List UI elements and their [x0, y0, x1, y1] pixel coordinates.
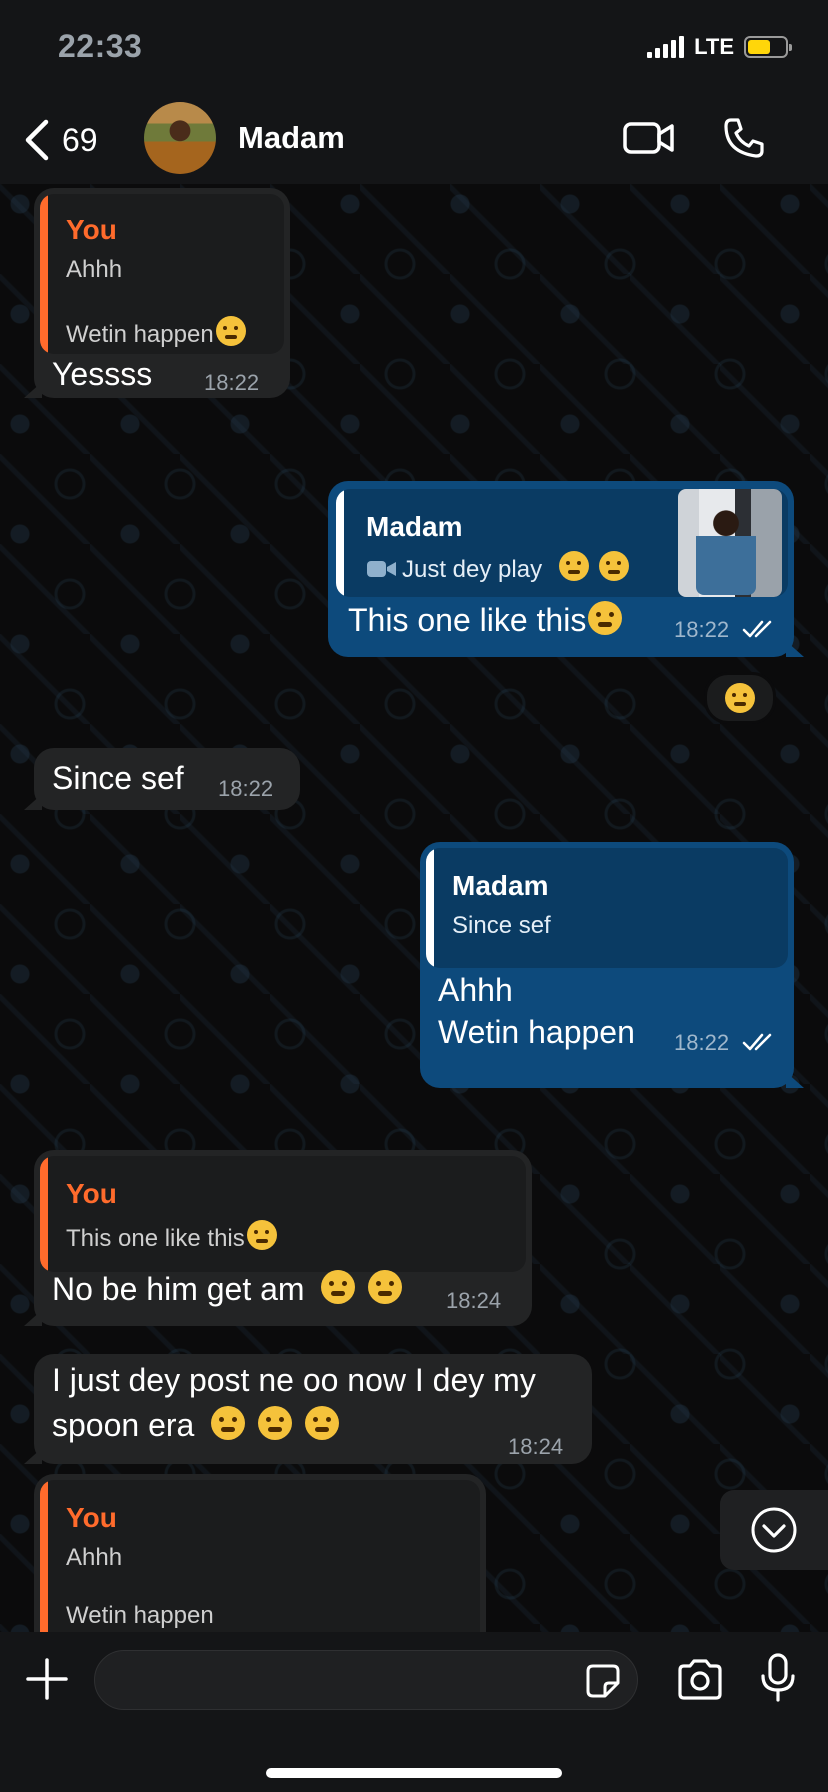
quote-author: Madam: [366, 511, 463, 542]
quote-line: Since sef: [452, 912, 551, 939]
face-with-diagonal-mouth-icon: [246, 1220, 277, 1250]
sticker-icon[interactable]: [585, 1663, 621, 1699]
tears-of-joy-icon: [368, 1270, 403, 1304]
double-check-icon: [742, 1033, 772, 1051]
quote-author: Madam: [452, 870, 549, 901]
camera-icon[interactable]: [676, 1658, 724, 1702]
reaction-badge[interactable]: [704, 672, 776, 724]
unamused-face-icon: [599, 551, 630, 581]
face-with-hand-over-mouth-icon: [211, 1406, 246, 1440]
unamused-face-icon: [558, 551, 589, 581]
scroll-down-icon: [751, 1507, 797, 1553]
message-time: 18:22: [674, 617, 730, 642]
home-indicator: [266, 1768, 562, 1778]
tears-of-joy-icon: [321, 1270, 356, 1304]
chat-header: 69 Madam: [0, 100, 828, 184]
message-bubble-incoming[interactable]: You This one like this No be him get am …: [24, 1150, 532, 1326]
message-bubble-incoming[interactable]: Since sef 18:22: [24, 748, 300, 810]
message-bubble-outgoing[interactable]: Madam Since sef Ahhh Wetin happen 18:22: [420, 842, 804, 1088]
quote-line: Ahhh: [66, 256, 123, 283]
quoted-message[interactable]: You This one like this: [40, 1156, 526, 1272]
video-camera-icon[interactable]: [622, 116, 676, 160]
video-icon: [367, 561, 396, 577]
quote-line: Just dey play: [366, 551, 630, 584]
message-list[interactable]: You Ahhh Wetin happen Yessss 18:22 Madam…: [0, 184, 828, 1632]
crying-face-icon: [215, 316, 246, 346]
unread-count: 69: [62, 121, 98, 158]
message-time: 18:24: [508, 1434, 564, 1459]
message-input-wrapper: [94, 1650, 638, 1710]
message-text: This one like this: [348, 601, 623, 639]
message-bubble-incoming[interactable]: You Ahhh Wetin happen: [34, 1474, 486, 1632]
network-type: LTE: [694, 34, 734, 59]
quoted-message[interactable]: You Ahhh Wetin happen: [40, 194, 284, 354]
quoted-message[interactable]: Madam Since sef: [426, 848, 788, 968]
message-input[interactable]: [115, 1661, 539, 1701]
tears-of-joy-icon: [305, 1406, 339, 1440]
quote-line: Wetin happen: [66, 316, 246, 349]
microphone-icon[interactable]: [758, 1652, 798, 1704]
status-bar: 22:33 LTE: [0, 0, 828, 100]
back-button[interactable]: 69: [22, 118, 98, 162]
message-text: Since sef: [52, 760, 184, 796]
tears-of-joy-icon: [725, 683, 755, 713]
message-time: 18:24: [446, 1288, 502, 1313]
message-time: 18:22: [204, 370, 260, 395]
plus-icon[interactable]: [24, 1656, 70, 1702]
message-text: Wetin happen: [438, 1014, 635, 1050]
quote-author: You: [66, 214, 117, 245]
message-time: 18:22: [218, 776, 274, 801]
quote-author: You: [66, 1178, 117, 1209]
message-bubble-incoming[interactable]: You Ahhh Wetin happen Yessss 18:22: [24, 188, 290, 398]
contact-name[interactable]: Madam: [238, 120, 345, 156]
message-text: Ahhh: [438, 972, 513, 1008]
signal-icon: [647, 36, 685, 58]
phone-icon[interactable]: [722, 116, 766, 160]
scroll-to-bottom-button[interactable]: [720, 1490, 828, 1570]
message-text: No be him get am: [52, 1270, 403, 1308]
quote-author: You: [66, 1502, 117, 1533]
message-bubble-incoming[interactable]: I just dey post ne oo now I dey my spoon…: [24, 1354, 592, 1464]
status-indicators: LTE: [647, 34, 792, 60]
message-bubble-outgoing[interactable]: Madam Just dey play This one like this 1…: [328, 481, 804, 657]
message-text: spoon era: [52, 1406, 339, 1444]
quote-line: Wetin happen: [66, 1602, 214, 1629]
battery-icon: [744, 36, 792, 58]
message-text: Yessss: [52, 356, 153, 392]
double-check-icon: [742, 620, 772, 638]
face-with-diagonal-mouth-icon: [588, 601, 623, 635]
quoted-message[interactable]: You Ahhh Wetin happen: [40, 1480, 480, 1632]
composer-bar: [0, 1632, 828, 1792]
quote-line: This one like this: [66, 1220, 277, 1253]
message-time: 18:22: [674, 1030, 730, 1055]
status-time: 22:33: [58, 28, 143, 64]
quoted-message[interactable]: Madam Just dey play: [336, 489, 788, 597]
quote-line: Ahhh: [66, 1544, 123, 1571]
chevron-left-icon: [25, 119, 49, 161]
message-text: I just dey post ne oo now I dey my: [52, 1362, 536, 1398]
avatar[interactable]: [144, 102, 216, 174]
video-thumbnail[interactable]: [678, 489, 782, 597]
tears-of-joy-icon: [258, 1406, 293, 1440]
